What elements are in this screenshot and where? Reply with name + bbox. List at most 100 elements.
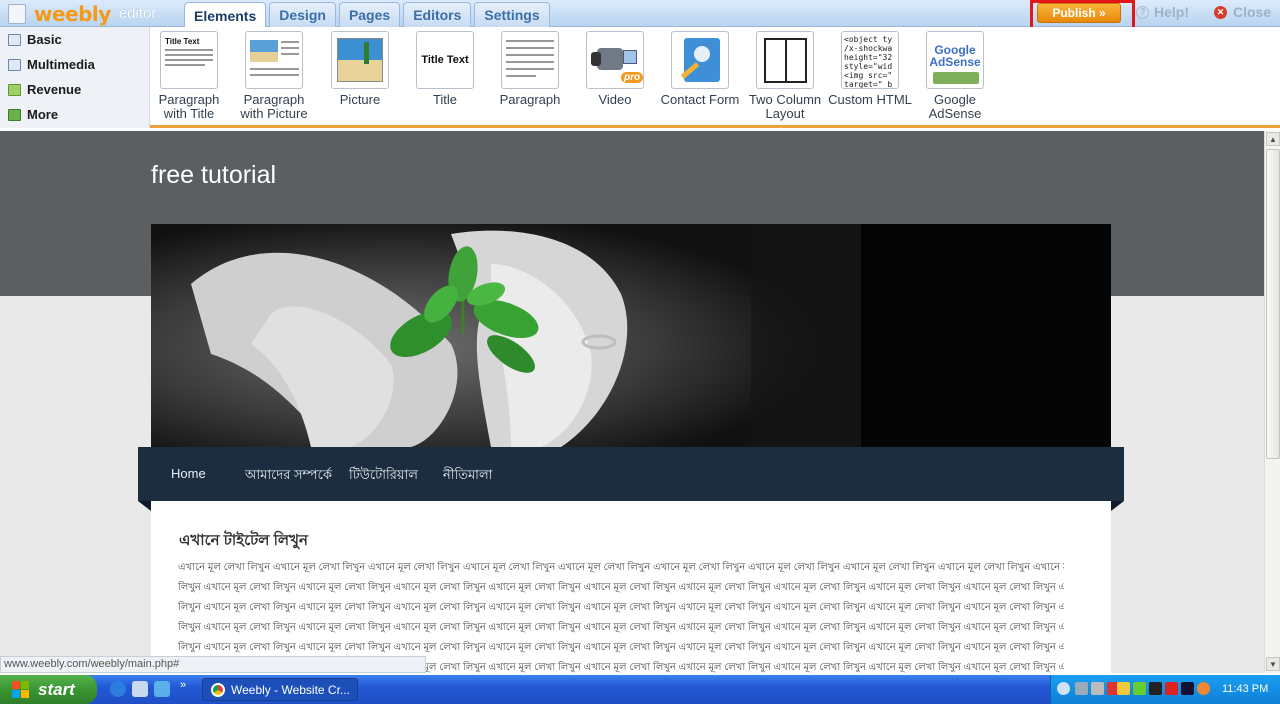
printer-icon[interactable] (1091, 682, 1104, 695)
element-label: Custom HTML (828, 92, 912, 107)
element-label: Paragraph with Picture (240, 92, 308, 121)
chrome-icon (211, 682, 225, 697)
sidebar-item-revenue[interactable]: Revenue (0, 77, 149, 102)
tab-editors[interactable]: Editors (403, 2, 472, 27)
thumb-title-text: Title Text (421, 54, 469, 66)
element-title[interactable]: Title Text Title (402, 31, 488, 107)
element-label: Paragraph (499, 92, 561, 107)
element-google-adsense[interactable]: Google AdSense Google AdSense (912, 31, 998, 121)
address-book-icon (671, 31, 729, 89)
scroll-down-icon[interactable]: ▼ (1266, 657, 1280, 671)
media-player-icon[interactable] (154, 681, 170, 697)
sidebar-item-label: Revenue (27, 82, 82, 97)
sidebar-item-basic[interactable]: Basic (0, 27, 149, 52)
bluetooth-icon[interactable] (1181, 682, 1194, 695)
video-camera-icon: pro (586, 31, 644, 89)
content-text-line[interactable]: লিখুন এখানে মূল লেখা লিখুন এখানে মূল লেখ… (178, 640, 1064, 657)
element-label: Title (432, 92, 458, 107)
ribbon-fold-left (138, 501, 151, 511)
element-label: Picture (339, 92, 381, 107)
nav-item-home[interactable]: Home (171, 466, 206, 481)
scroll-up-icon[interactable]: ▲ (1266, 132, 1280, 146)
element-label: Google AdSense (928, 92, 982, 121)
network-icon[interactable] (1075, 682, 1088, 695)
two-column-icon (756, 31, 814, 89)
browser-status-bar: www.weebly.com/weebly/main.php# (0, 656, 426, 673)
chevron-right-icon[interactable]: » (180, 679, 186, 691)
logo-text: weebly (34, 1, 111, 26)
display-icon[interactable] (1149, 682, 1162, 695)
site-preview-canvas[interactable]: free tutorial Home আমাদের সম্পর্কে টিউটো… (0, 131, 1264, 673)
thumb-title-text: Title Text (165, 37, 200, 46)
vertical-scrollbar[interactable]: ▲ ▼ (1264, 131, 1280, 673)
start-label: start (38, 679, 75, 699)
paragraph-with-picture-thumbnail (245, 31, 303, 89)
element-video[interactable]: pro Video (572, 31, 658, 107)
tab-elements[interactable]: Elements (184, 2, 267, 28)
element-paragraph-with-title[interactable]: Title Text Paragraph with Title (146, 31, 232, 121)
system-tray: 11:43 PM (1050, 675, 1280, 704)
sidebar-item-more[interactable]: More (0, 102, 149, 127)
windows-logo-icon (12, 680, 30, 699)
page-icon (8, 3, 26, 24)
element-two-column-layout[interactable]: Two Column Layout (742, 31, 828, 121)
close-link[interactable]: ✕ Close (1214, 0, 1271, 24)
weebly-logo: weebly editor (8, 0, 156, 27)
element-picture[interactable]: Picture (317, 31, 403, 107)
paragraph-thumbnail (501, 31, 559, 89)
element-paragraph[interactable]: Paragraph (487, 31, 573, 107)
close-label: Close (1233, 4, 1272, 20)
tab-pages[interactable]: Pages (338, 2, 401, 27)
logo-suffix: editor (118, 5, 157, 22)
element-paragraph-with-picture[interactable]: Paragraph with Picture (231, 31, 317, 121)
sidebar-item-label: More (27, 107, 59, 122)
money-icon (8, 83, 21, 96)
help-link[interactable]: ? Help! (1136, 0, 1189, 24)
tray-expand-icon[interactable] (1057, 682, 1070, 695)
picture-thumbnail (331, 31, 389, 89)
site-title[interactable]: free tutorial (151, 161, 276, 190)
taskbar-window-weebly[interactable]: Weebly - Website Cr... (202, 678, 358, 701)
sidebar-item-label: Basic (27, 32, 62, 47)
title-thumbnail: Title Text (416, 31, 474, 89)
update-icon[interactable] (1197, 682, 1210, 695)
tab-design[interactable]: Design (269, 2, 336, 27)
help-icon: ? (1136, 5, 1149, 19)
header-banner-image[interactable] (151, 224, 1111, 447)
content-text-line[interactable]: লিখুন এখানে মূল লেখা লিখুন এখানে মূল লেখ… (178, 600, 1064, 617)
start-button[interactable]: start (0, 675, 97, 704)
paragraph-with-title-thumbnail: Title Text (160, 31, 218, 89)
content-text-line[interactable]: এখানে মূল লেখা লিখুন এখানে মূল লেখা লিখু… (178, 560, 1064, 577)
messenger-icon[interactable] (1117, 682, 1130, 695)
nav-item-policy[interactable]: নীতিমালা (443, 466, 492, 487)
sidebar-item-multimedia[interactable]: Multimedia (0, 52, 149, 77)
content-title[interactable]: এখানে টাইটেল লিখুন (179, 529, 308, 554)
show-desktop-icon[interactable] (132, 681, 148, 697)
adsense-logo-icon: Google AdSense (926, 31, 984, 89)
element-label: Contact Form (660, 92, 740, 107)
tab-settings[interactable]: Settings (474, 2, 550, 27)
antivirus-icon[interactable] (1165, 682, 1178, 695)
nav-item-about[interactable]: আমাদের সম্পর্কে (245, 466, 332, 487)
adsense-logo-text: Google AdSense (929, 43, 981, 69)
element-custom-html[interactable]: <object ty /x-shockwa height="32 style="… (827, 31, 913, 107)
element-category-sidebar: Basic Multimedia Revenue More (0, 27, 150, 128)
taskbar-window-label: Weebly - Website Cr... (231, 682, 350, 697)
help-label: Help! (1154, 4, 1189, 20)
elements-panel: Basic Multimedia Revenue More Title Text (0, 27, 1280, 128)
content-text-line[interactable]: লিখুন এখানে মূল লেখা লিখুন এখানে মূল লেখ… (178, 620, 1064, 637)
check-icon[interactable] (1133, 682, 1146, 695)
page-icon (8, 33, 21, 46)
taskbar-clock: 11:43 PM (1222, 683, 1269, 695)
content-area[interactable]: এখানে টাইটেল লিখুন এখানে মূল লেখা লিখুন … (151, 501, 1111, 673)
nav-item-tutorial[interactable]: টিউটোরিয়াল (349, 466, 418, 487)
sidebar-item-label: Multimedia (27, 57, 95, 72)
ie-icon[interactable] (110, 681, 126, 697)
element-label: Paragraph with Title (158, 92, 220, 121)
arrow-icon (8, 108, 21, 121)
scrollbar-thumb[interactable] (1266, 149, 1280, 459)
ribbon-fold-right (1111, 501, 1124, 511)
content-text-line[interactable]: লিখুন এখানে মূল লেখা লিখুন এখানে মূল লেখ… (178, 580, 1064, 597)
film-icon (8, 58, 21, 71)
element-contact-form[interactable]: Contact Form (657, 31, 743, 107)
